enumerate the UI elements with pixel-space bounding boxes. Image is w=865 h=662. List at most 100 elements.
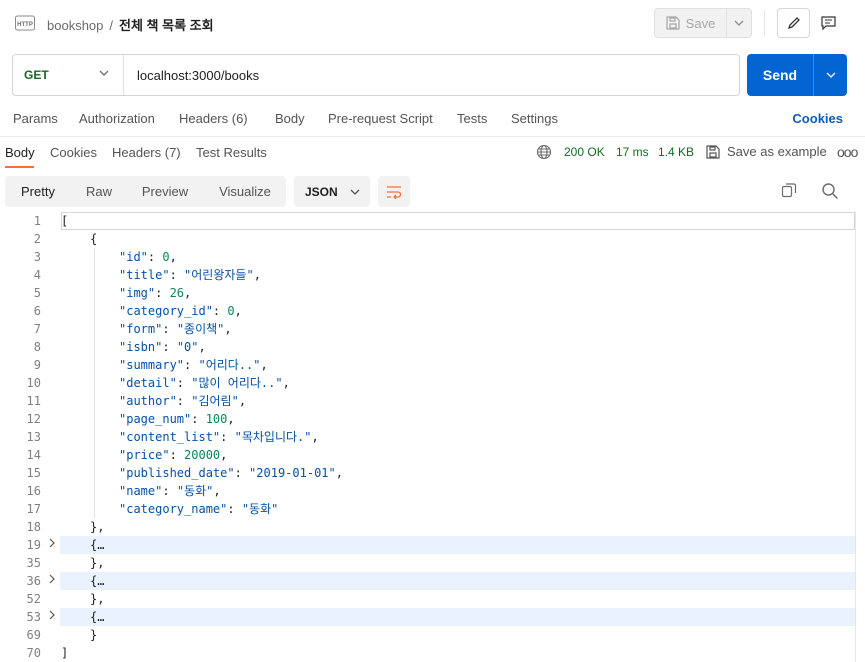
send-button[interactable]: Send bbox=[747, 54, 814, 96]
view-mode-tabs: Pretty Raw Preview Visualize bbox=[5, 176, 286, 207]
line-number: 14 bbox=[26, 448, 41, 462]
http-method-select[interactable]: GET bbox=[13, 55, 124, 95]
json-punctuation: , bbox=[213, 484, 221, 498]
tab-params[interactable]: Params bbox=[13, 111, 58, 126]
json-punctuation: , bbox=[224, 322, 232, 336]
send-options-button[interactable] bbox=[814, 54, 847, 96]
request-tabs: Params Authorization Headers (6) Body Pr… bbox=[0, 105, 865, 133]
code-line: 5 "img": 26, bbox=[0, 284, 865, 302]
copy-icon[interactable] bbox=[781, 182, 797, 198]
folded-code-line: 36 {… bbox=[0, 572, 865, 590]
line-number: 15 bbox=[26, 466, 41, 480]
tab-body[interactable]: Body bbox=[275, 111, 305, 126]
json-key: "page_num" bbox=[119, 412, 192, 426]
send-button-group: Send bbox=[747, 54, 847, 96]
json-key: "detail" bbox=[119, 376, 177, 390]
tab-test-results[interactable]: Test Results bbox=[196, 145, 267, 160]
code-line: 12 "page_num": 100, bbox=[0, 410, 865, 428]
response-body-editor[interactable]: 1[2{3 "id": 0, 4 "title": "어린왕자들", 5 "img": 2… bbox=[0, 211, 865, 662]
more-options-icon[interactable]: ooo bbox=[837, 144, 858, 160]
svg-text:HTTP: HTTP bbox=[17, 22, 33, 28]
line-number: 69 bbox=[26, 628, 41, 642]
code-line: 35}, bbox=[0, 554, 865, 572]
code-text: [ bbox=[61, 212, 68, 230]
tab-raw[interactable]: Raw bbox=[71, 176, 127, 207]
tab-pretty[interactable]: Pretty bbox=[5, 176, 71, 207]
json-punctuation: : bbox=[176, 376, 192, 390]
code-line: 1[ bbox=[0, 212, 865, 230]
globe-icon[interactable] bbox=[536, 144, 552, 160]
save-label: Save bbox=[685, 15, 716, 31]
chevron-right-icon[interactable] bbox=[48, 536, 56, 554]
response-time[interactable]: 17 ms bbox=[616, 145, 649, 159]
json-punctuation: : bbox=[162, 322, 177, 336]
json-number: 26 bbox=[169, 286, 185, 300]
line-number: 4 bbox=[33, 268, 41, 282]
cookies-link[interactable]: Cookies bbox=[792, 111, 843, 126]
code-text: "img": 26, bbox=[119, 284, 191, 302]
line-number: 18 bbox=[26, 520, 41, 534]
code-line: 69} bbox=[0, 626, 865, 644]
save-button[interactable]: Save bbox=[655, 9, 727, 37]
fold-highlight bbox=[60, 608, 855, 626]
json-punctuation: , bbox=[169, 250, 177, 264]
response-size[interactable]: 1.4 KB bbox=[658, 145, 694, 159]
code-text: "summary": "어리다..", bbox=[119, 356, 268, 374]
json-punctuation: , bbox=[282, 376, 290, 390]
chevron-down-icon bbox=[826, 72, 835, 78]
code-line: 14 "price": 20000, bbox=[0, 446, 865, 464]
chevron-down-icon bbox=[99, 70, 109, 76]
line-number: 1 bbox=[33, 214, 41, 228]
json-number: 0 bbox=[162, 250, 170, 264]
fold-highlight bbox=[60, 572, 855, 590]
json-punctuation: } bbox=[90, 628, 98, 642]
tab-settings[interactable]: Settings bbox=[511, 111, 558, 126]
line-number: 53 bbox=[26, 610, 41, 624]
tab-pre-request-script[interactable]: Pre-request Script bbox=[328, 111, 433, 126]
breadcrumb-collection[interactable]: bookshop bbox=[47, 18, 103, 33]
code-text: ] bbox=[61, 644, 68, 662]
code-text: "published_date": "2019-01-01", bbox=[119, 464, 343, 482]
save-button-group: Save bbox=[654, 8, 752, 38]
json-number: 100 bbox=[205, 412, 228, 426]
code-text: "category_id": 0, bbox=[119, 302, 242, 320]
code-line: 15 "published_date": "2019-01-01", bbox=[0, 464, 865, 482]
json-punctuation: : bbox=[155, 286, 170, 300]
json-punctuation: , bbox=[311, 430, 319, 444]
tab-preview[interactable]: Preview bbox=[127, 176, 203, 207]
line-number: 19 bbox=[26, 538, 41, 552]
json-number: 20000 bbox=[184, 448, 221, 462]
line-number: 70 bbox=[26, 646, 41, 660]
line-number: 7 bbox=[33, 322, 41, 336]
chevron-right-icon[interactable] bbox=[48, 608, 56, 626]
tab-headers[interactable]: Headers (6) bbox=[179, 111, 248, 126]
breadcrumb: bookshop / 전체 책 목록 조회 bbox=[47, 15, 214, 34]
save-as-example-button[interactable]: Save as example bbox=[706, 144, 827, 159]
tab-response-body[interactable]: Body bbox=[5, 145, 35, 160]
code-text: {… bbox=[90, 608, 104, 626]
tab-tests[interactable]: Tests bbox=[457, 111, 487, 126]
code-text: "title": "어린왕자들", bbox=[119, 266, 261, 284]
tab-response-headers[interactable]: Headers (7) bbox=[112, 145, 181, 160]
line-number: 10 bbox=[26, 376, 41, 390]
save-options-button[interactable] bbox=[727, 9, 751, 37]
edit-button[interactable] bbox=[777, 8, 810, 38]
request-title[interactable]: 전체 책 목록 조회 bbox=[119, 18, 214, 33]
code-text: { bbox=[90, 230, 97, 248]
json-punctuation: : bbox=[169, 448, 185, 462]
chevron-right-icon[interactable] bbox=[48, 572, 56, 590]
tab-visualize[interactable]: Visualize bbox=[205, 176, 285, 207]
code-line: 52}, bbox=[0, 590, 865, 608]
json-string: "목차입니다." bbox=[234, 430, 312, 444]
search-icon[interactable] bbox=[821, 182, 839, 200]
tab-response-cookies[interactable]: Cookies bbox=[50, 145, 97, 160]
json-punctuation: : bbox=[169, 268, 185, 282]
json-punctuation: , bbox=[260, 358, 268, 372]
format-select[interactable]: JSON bbox=[294, 176, 370, 207]
url-input[interactable]: localhost:3000/books bbox=[124, 68, 259, 83]
tab-authorization[interactable]: Authorization bbox=[79, 111, 155, 126]
comments-button[interactable] bbox=[812, 8, 845, 38]
status-badge[interactable]: 200 OK bbox=[564, 145, 605, 159]
wrap-lines-button[interactable] bbox=[378, 176, 410, 207]
code-line: 13 "content_list": "목차입니다.", bbox=[0, 428, 865, 446]
